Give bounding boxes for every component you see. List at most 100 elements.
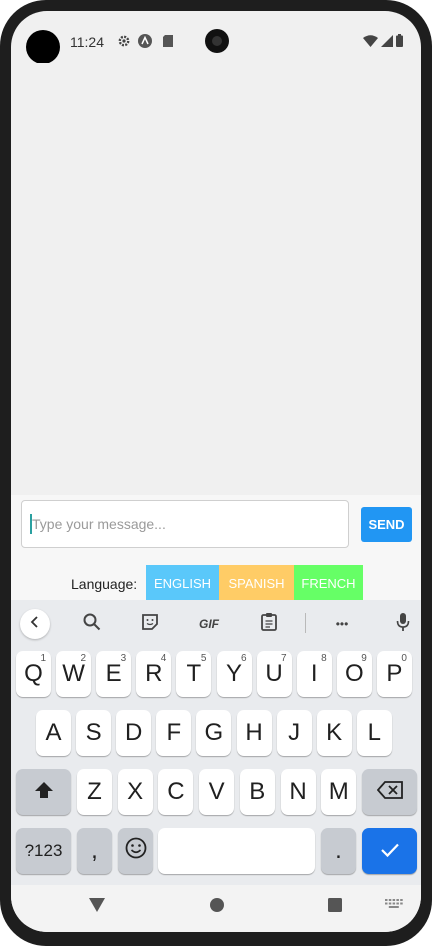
front-camera: [205, 29, 229, 53]
status-bar: 11:24: [11, 11, 421, 64]
nav-home-button[interactable]: [207, 897, 227, 917]
more-icon[interactable]: •••: [329, 611, 355, 637]
text-cursor: [30, 514, 32, 534]
key-s[interactable]: S: [76, 710, 112, 756]
language-english-button[interactable]: ENGLISH: [146, 565, 219, 601]
key-label: G: [204, 719, 224, 746]
key-label: X: [127, 778, 144, 805]
keyboard-sticker-button[interactable]: [137, 611, 163, 637]
clipboard-icon: [261, 612, 277, 636]
sd-card-icon: [162, 34, 176, 48]
key-label: N: [289, 778, 307, 805]
key-x[interactable]: X: [117, 769, 153, 815]
send-button[interactable]: SEND: [361, 507, 412, 542]
wifi-icon: [363, 34, 378, 52]
recents-square-icon: [328, 897, 342, 917]
keyboard-switch-button[interactable]: [383, 897, 405, 917]
key-label: Q: [24, 660, 43, 687]
key-label: O: [344, 660, 364, 687]
language-spanish-button[interactable]: SPANISH: [219, 565, 294, 601]
key-c[interactable]: C: [158, 769, 194, 815]
key-h[interactable]: H: [236, 710, 272, 756]
sticker-icon: [141, 613, 159, 636]
key-a[interactable]: A: [36, 710, 71, 756]
status-time: 11:24: [70, 34, 104, 50]
key-number-hint: 1: [40, 653, 46, 664]
key-label: Y: [225, 660, 242, 687]
key-t[interactable]: T5: [176, 651, 212, 697]
comma-key[interactable]: ,: [77, 828, 112, 874]
key-v[interactable]: V: [199, 769, 235, 815]
key-number-hint: 3: [120, 653, 127, 664]
key-r[interactable]: R4: [136, 651, 172, 697]
key-o[interactable]: O9: [336, 651, 372, 697]
key-label: P: [386, 660, 403, 687]
gif-icon[interactable]: GIF: [194, 611, 224, 637]
key-k[interactable]: K: [316, 710, 352, 756]
key-label: Z: [87, 778, 102, 805]
key-j[interactable]: J: [276, 710, 312, 756]
symbols-key[interactable]: ?123: [16, 828, 71, 874]
key-g[interactable]: G: [196, 710, 232, 756]
key-label: V: [208, 778, 225, 805]
back-triangle-icon: [89, 897, 105, 917]
key-f[interactable]: F: [156, 710, 192, 756]
notification-a-icon: [138, 34, 152, 48]
key-label: R: [145, 660, 163, 687]
language-french-button[interactable]: FRENCH: [294, 565, 363, 601]
key-label: T: [186, 660, 202, 687]
backspace-key[interactable]: [362, 769, 417, 815]
search-icon: [83, 613, 101, 636]
language-label: Language:: [71, 576, 138, 592]
key-y[interactable]: Y6: [216, 651, 252, 697]
avatar: [26, 30, 60, 64]
key-number-hint: 9: [361, 653, 367, 664]
key-d[interactable]: D: [116, 710, 152, 756]
key-label: U: [265, 660, 283, 687]
key-number-hint: 4: [160, 653, 167, 664]
nav-back-button[interactable]: [87, 897, 107, 917]
nav-recents-button[interactable]: [325, 897, 345, 917]
key-q[interactable]: Q1: [16, 651, 51, 697]
keyboard-collapse-button[interactable]: [20, 609, 50, 639]
key-number-hint: 5: [200, 653, 207, 664]
key-n[interactable]: N: [280, 769, 316, 815]
key-label: I: [310, 660, 318, 687]
gear-icon: [117, 34, 131, 48]
shift-key[interactable]: [16, 769, 71, 815]
key-m[interactable]: M: [321, 769, 357, 815]
keyboard-search-button[interactable]: [79, 611, 105, 637]
voice-input-button[interactable]: [390, 611, 416, 637]
key-l[interactable]: L: [356, 710, 392, 756]
key-label: H: [245, 719, 263, 746]
key-label: F: [166, 719, 182, 746]
key-label: S: [85, 719, 102, 746]
key-label: L: [367, 719, 381, 746]
toolbar-divider: [305, 613, 306, 633]
key-i[interactable]: I8: [296, 651, 332, 697]
key-label: W: [62, 660, 85, 687]
key-label: D: [125, 719, 143, 746]
key-w[interactable]: W2: [56, 651, 92, 697]
message-list[interactable]: [11, 63, 421, 495]
enter-key[interactable]: [362, 828, 417, 874]
message-input[interactable]: [21, 500, 349, 548]
key-b[interactable]: B: [239, 769, 275, 815]
key-z[interactable]: Z: [77, 769, 112, 815]
home-circle-icon: [210, 897, 224, 917]
key-label: C: [167, 778, 185, 805]
keyboard-switch-icon: [385, 898, 403, 916]
signal-icon: [381, 34, 393, 52]
key-number-hint: 8: [321, 653, 327, 664]
period-key[interactable]: .: [321, 828, 356, 874]
key-e[interactable]: E3: [96, 651, 132, 697]
keyboard-clipboard-button[interactable]: [256, 611, 282, 637]
emoji-key[interactable]: [118, 828, 153, 874]
key-number-hint: 2: [80, 653, 87, 664]
space-key[interactable]: [158, 828, 315, 874]
status-right-icons: [363, 34, 403, 52]
mic-icon: [396, 612, 410, 637]
key-p[interactable]: P0: [376, 651, 412, 697]
key-label: K: [326, 719, 343, 746]
key-u[interactable]: U7: [256, 651, 292, 697]
